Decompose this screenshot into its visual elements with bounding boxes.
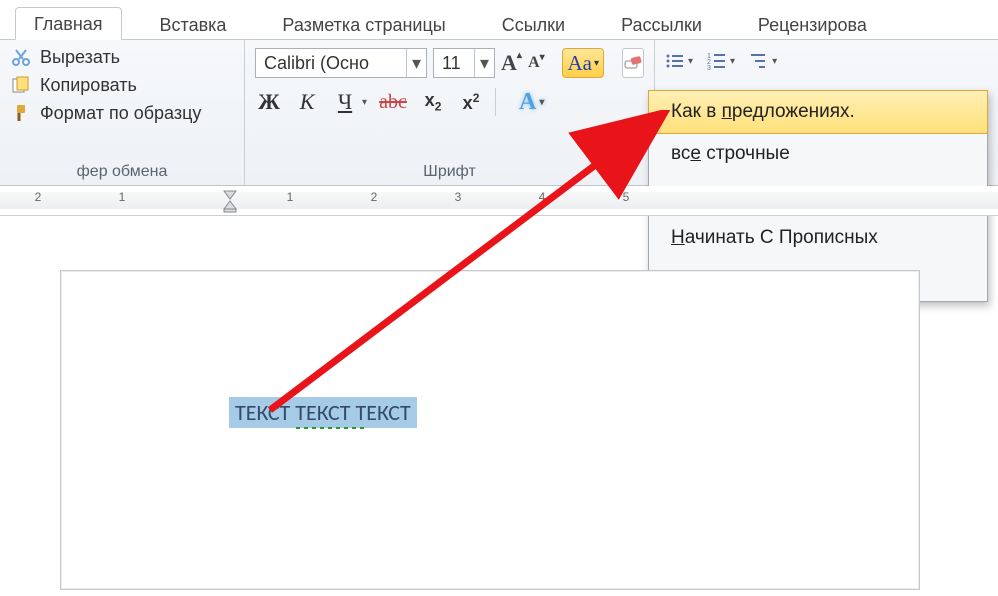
ruler-tick: 1 (114, 190, 130, 204)
font-name-dropdown-icon[interactable]: ▾ (406, 49, 426, 77)
font-size-combo[interactable]: ▾ (433, 48, 495, 78)
increase-font-size-button[interactable]: A▴ (501, 48, 522, 78)
underline-button[interactable]: Ч▾ (331, 89, 367, 115)
ruler-tick: 3 (450, 190, 466, 204)
clipboard-group-label: фер обмена (10, 161, 234, 181)
case-sentence-item[interactable]: Как в предложениях. (648, 90, 988, 134)
text-effects-button[interactable]: A▾ (519, 89, 544, 116)
ruler-tick: 1 (282, 190, 298, 204)
tab-review[interactable]: Рецензирова (740, 9, 885, 40)
font-group: ▾ ▾ A▴ A▾ Aa ▾ Ж К Ч▾ (245, 40, 655, 185)
eraser-icon (623, 54, 643, 72)
subscript-button[interactable]: x2 (419, 90, 447, 114)
bold-button[interactable]: Ж (255, 89, 283, 115)
font-name-combo[interactable]: ▾ (255, 48, 427, 78)
italic-button[interactable]: К (293, 89, 321, 115)
clipboard-group: Вырезать Копировать Формат по образцу фе… (0, 40, 245, 185)
tab-mailings[interactable]: Рассылки (603, 9, 720, 40)
format-painter-label: Формат по образцу (40, 103, 201, 124)
change-case-button[interactable]: Aa ▾ (562, 48, 604, 78)
copy-label: Копировать (40, 75, 137, 96)
ruler-tick: 2 (30, 190, 46, 204)
tab-home[interactable]: Главная (15, 7, 122, 40)
ruler-tick: 4 (534, 190, 550, 204)
scissors-icon (10, 46, 32, 68)
font-name-input[interactable] (256, 49, 406, 77)
clear-formatting-button[interactable] (622, 48, 644, 78)
bullet-list-button[interactable]: ▾ (665, 52, 693, 70)
superscript-button[interactable]: x2 (457, 91, 485, 114)
ruler-tick: 5 (618, 190, 634, 204)
cut-button[interactable]: Вырезать (10, 46, 234, 68)
format-painter-button[interactable]: Формат по образцу (10, 102, 234, 124)
ruler-tick: 2 (366, 190, 382, 204)
cut-label: Вырезать (40, 47, 120, 68)
ribbon-tabs: Главная Вставка Разметка страницы Ссылки… (0, 0, 998, 40)
selected-text[interactable]: ТЕКСТ ТЕКСТ ТЕКСТ (229, 397, 417, 428)
document-page[interactable]: ТЕКСТ ТЕКСТ ТЕКСТ (60, 270, 920, 590)
strikethrough-button[interactable]: abc (377, 91, 409, 114)
copy-icon (10, 74, 32, 96)
copy-button[interactable]: Копировать (10, 74, 234, 96)
numbered-list-button[interactable]: 123▾ (707, 52, 735, 70)
font-group-label: Шрифт (255, 161, 644, 181)
change-case-icon: Aa (567, 51, 592, 76)
decrease-font-size-button[interactable]: A▾ (528, 48, 545, 78)
ruler[interactable]: 2 1 1 2 3 4 5 (0, 186, 998, 216)
svg-text:3: 3 (707, 65, 711, 70)
indent-marker-icon[interactable] (222, 189, 238, 213)
case-lowercase-item[interactable]: все строчные (649, 133, 987, 175)
tab-references[interactable]: Ссылки (484, 9, 583, 40)
case-capitalize-item[interactable]: Начинать С Прописных (649, 217, 987, 259)
brush-icon (10, 102, 32, 124)
tab-page-layout[interactable]: Разметка страницы (264, 9, 463, 40)
font-size-dropdown-icon[interactable]: ▾ (474, 49, 494, 77)
chevron-down-icon: ▾ (594, 58, 599, 69)
font-size-input[interactable] (434, 49, 474, 77)
tab-insert[interactable]: Вставка (142, 9, 245, 40)
multilevel-list-button[interactable]: ▾ (749, 52, 777, 70)
spellcheck-underline (296, 427, 366, 429)
